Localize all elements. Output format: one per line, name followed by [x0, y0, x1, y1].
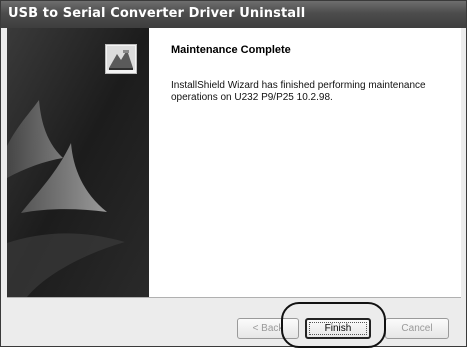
finish-button[interactable]: Finish — [305, 318, 371, 339]
title-bar[interactable]: USB to Serial Converter Driver Uninstall — [1, 1, 466, 28]
footer-divider — [7, 297, 461, 298]
page-heading: Maintenance Complete — [171, 44, 291, 56]
installshield-wizard-icon — [105, 44, 137, 74]
wizard-side-banner — [7, 28, 149, 297]
window-title: USB to Serial Converter Driver Uninstall — [8, 6, 306, 21]
focus-outline — [309, 322, 367, 335]
cancel-button[interactable]: Cancel — [385, 318, 449, 339]
completion-message: InstallShield Wizard has finished perfor… — [171, 80, 426, 103]
content-panel: Maintenance Complete InstallShield Wizar… — [149, 28, 461, 297]
uninstall-dialog: USB to Serial Converter Driver Uninstall — [0, 0, 467, 348]
back-button[interactable]: < Back — [237, 318, 299, 339]
